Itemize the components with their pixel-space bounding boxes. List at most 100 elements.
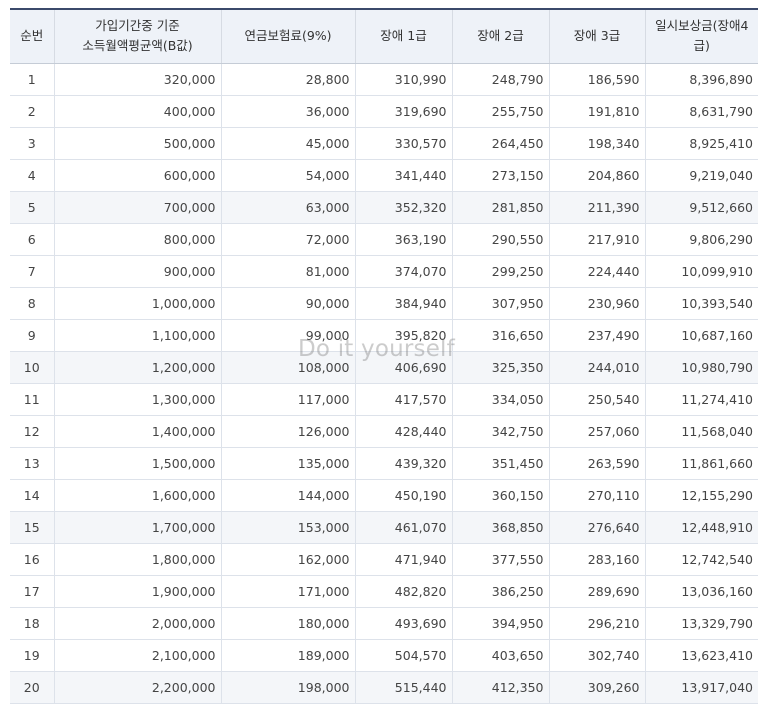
cell-grade2: 325,350: [451, 351, 550, 384]
cell-no: 8: [10, 287, 55, 320]
cell-no: 13: [10, 447, 55, 480]
cell-grade2: 386,250: [451, 575, 550, 608]
cell-grade3: 270,110: [548, 479, 646, 512]
cell-premium: 189,000: [220, 639, 356, 672]
cell-lump-sum: 10,099,910: [644, 255, 758, 288]
cell-grade3: 186,590: [548, 63, 646, 96]
cell-base-income: 800,000: [53, 223, 222, 256]
cell-no: 19: [10, 639, 55, 672]
cell-grade3: 276,640: [548, 511, 646, 544]
cell-no: 1: [10, 63, 55, 96]
cell-premium: 36,000: [220, 95, 356, 128]
cell-lump-sum: 13,917,040: [644, 671, 758, 704]
cell-grade3: 237,490: [548, 319, 646, 352]
cell-premium: 162,000: [220, 543, 356, 576]
cell-lump-sum: 13,329,790: [644, 607, 758, 640]
cell-grade1: 504,570: [354, 639, 453, 672]
cell-grade1: 395,820: [354, 319, 453, 352]
cell-grade2: 248,790: [451, 63, 550, 96]
cell-no: 11: [10, 383, 55, 416]
cell-no: 16: [10, 543, 55, 576]
cell-lump-sum: 8,396,890: [644, 63, 758, 96]
cell-grade1: 428,440: [354, 415, 453, 448]
header-base-income-line1: 가입기간중 기준: [95, 18, 180, 34]
cell-premium: 108,000: [220, 351, 356, 384]
cell-grade2: 412,350: [451, 671, 550, 704]
cell-grade3: 289,690: [548, 575, 646, 608]
cell-grade1: 471,940: [354, 543, 453, 576]
cell-grade1: 352,320: [354, 191, 453, 224]
cell-grade3: 296,210: [548, 607, 646, 640]
table-row: 5 700,000 63,000 352,320 281,850 211,390 9,512…: [10, 191, 758, 224]
cell-grade3: 224,440: [548, 255, 646, 288]
cell-premium: 90,000: [220, 287, 356, 320]
cell-grade3: 211,390: [548, 191, 646, 224]
cell-premium: 72,000: [220, 223, 356, 256]
cell-lump-sum: 9,806,290: [644, 223, 758, 256]
table-row: 18 2,000,000 180,000 493,690 394,950 296,210 1…: [10, 607, 758, 640]
cell-grade2: 377,550: [451, 543, 550, 576]
cell-premium: 63,000: [220, 191, 356, 224]
cell-premium: 180,000: [220, 607, 356, 640]
cell-lump-sum: 9,219,040: [644, 159, 758, 192]
cell-no: 4: [10, 159, 55, 192]
cell-lump-sum: 8,925,410: [644, 127, 758, 160]
cell-grade3: 250,540: [548, 383, 646, 416]
cell-grade2: 368,850: [451, 511, 550, 544]
pension-table: 순번 가입기간중 기준 소득월액평균액(B값) 연금보험료(9%) 장애 1급 …: [10, 8, 758, 704]
table-row: 19 2,100,000 189,000 504,570 403,650 302,740 1…: [10, 639, 758, 672]
cell-no: 17: [10, 575, 55, 608]
cell-grade2: 351,450: [451, 447, 550, 480]
cell-grade2: 255,750: [451, 95, 550, 128]
cell-grade1: 515,440: [354, 671, 453, 704]
cell-grade1: 439,320: [354, 447, 453, 480]
cell-premium: 144,000: [220, 479, 356, 512]
cell-base-income: 1,300,000: [53, 383, 222, 416]
cell-grade2: 273,150: [451, 159, 550, 192]
header-premium: 연금보험료(9%): [220, 9, 356, 64]
cell-premium: 54,000: [220, 159, 356, 192]
cell-lump-sum: 11,861,660: [644, 447, 758, 480]
cell-grade3: 191,810: [548, 95, 646, 128]
cell-base-income: 1,600,000: [53, 479, 222, 512]
table-row: 11 1,300,000 117,000 417,570 334,050 250,540 1…: [10, 383, 758, 416]
cell-grade1: 406,690: [354, 351, 453, 384]
header-base-income-line2: 소득월액평균액(B값): [82, 38, 193, 54]
cell-base-income: 320,000: [53, 63, 222, 96]
cell-lump-sum: 11,274,410: [644, 383, 758, 416]
cell-grade3: 263,590: [548, 447, 646, 480]
cell-grade3: 217,910: [548, 223, 646, 256]
cell-no: 12: [10, 415, 55, 448]
header-no: 순번: [10, 9, 55, 64]
cell-lump-sum: 12,155,290: [644, 479, 758, 512]
table-row: 17 1,900,000 171,000 482,820 386,250 289,690 1…: [10, 575, 758, 608]
cell-premium: 135,000: [220, 447, 356, 480]
cell-base-income: 1,800,000: [53, 543, 222, 576]
cell-lump-sum: 10,687,160: [644, 319, 758, 352]
cell-base-income: 1,400,000: [53, 415, 222, 448]
cell-grade2: 299,250: [451, 255, 550, 288]
table-row: 3 500,000 45,000 330,570 264,450 198,340 8,925…: [10, 127, 758, 160]
cell-base-income: 700,000: [53, 191, 222, 224]
header-grade3: 장애 3급: [548, 9, 646, 64]
cell-grade2: 342,750: [451, 415, 550, 448]
cell-premium: 81,000: [220, 255, 356, 288]
cell-lump-sum: 8,631,790: [644, 95, 758, 128]
cell-base-income: 2,200,000: [53, 671, 222, 704]
cell-grade2: 360,150: [451, 479, 550, 512]
cell-grade3: 283,160: [548, 543, 646, 576]
cell-no: 15: [10, 511, 55, 544]
cell-base-income: 1,100,000: [53, 319, 222, 352]
cell-lump-sum: 11,568,040: [644, 415, 758, 448]
cell-grade2: 290,550: [451, 223, 550, 256]
cell-base-income: 2,100,000: [53, 639, 222, 672]
cell-grade1: 374,070: [354, 255, 453, 288]
cell-grade2: 334,050: [451, 383, 550, 416]
cell-grade3: 302,740: [548, 639, 646, 672]
cell-premium: 198,000: [220, 671, 356, 704]
cell-premium: 171,000: [220, 575, 356, 608]
cell-base-income: 1,000,000: [53, 287, 222, 320]
cell-grade3: 257,060: [548, 415, 646, 448]
table-row: 4 600,000 54,000 341,440 273,150 204,860 9,219…: [10, 159, 758, 192]
cell-base-income: 1,900,000: [53, 575, 222, 608]
